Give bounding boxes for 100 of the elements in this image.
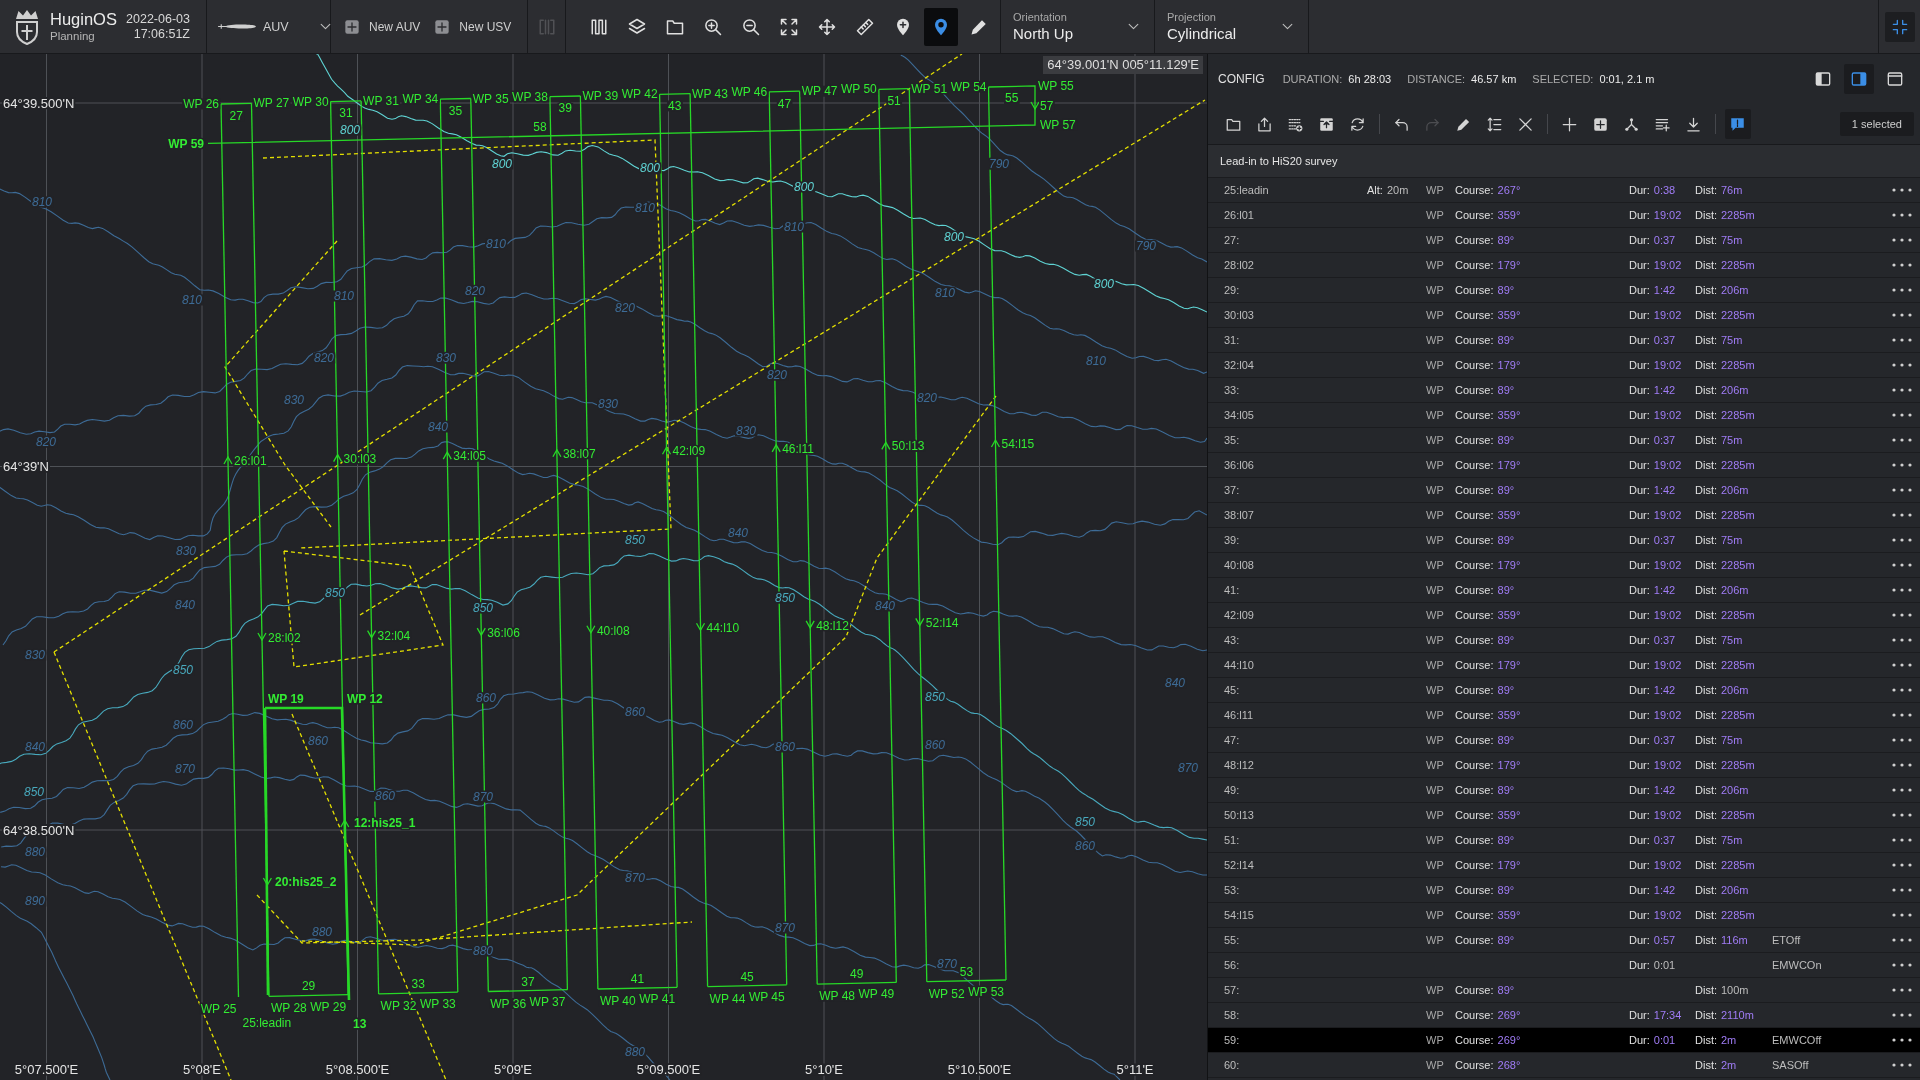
more-options-icon[interactable] bbox=[1892, 913, 1912, 917]
duration-label: Dur: bbox=[1629, 734, 1650, 746]
more-options-icon[interactable] bbox=[1892, 888, 1912, 892]
waypoint-row[interactable]: 59: WP Course: 269° Dur: 0:01 Dist: 2m EMWCOff bbox=[1208, 1028, 1920, 1053]
depth-label: 810 bbox=[635, 201, 655, 215]
projection-dropdown[interactable]: Projection Cylindrical bbox=[1155, 0, 1309, 53]
course-label: Course: bbox=[1455, 259, 1494, 271]
duration-label: Dur: bbox=[1629, 884, 1650, 896]
comments-button[interactable] bbox=[1724, 109, 1751, 139]
course-label: Course: bbox=[1455, 309, 1494, 321]
more-options-icon[interactable] bbox=[1892, 938, 1912, 942]
course-label: Course: bbox=[1455, 784, 1494, 796]
more-options-icon[interactable] bbox=[1892, 688, 1912, 692]
depth-label: 840 bbox=[175, 598, 195, 612]
more-options-icon[interactable] bbox=[1892, 263, 1912, 267]
course-value: 89° bbox=[1497, 234, 1515, 246]
distance-label: Dist: bbox=[1695, 184, 1717, 196]
course-value: 89° bbox=[1497, 384, 1515, 396]
more-options-icon[interactable] bbox=[1892, 663, 1912, 667]
more-options-icon[interactable] bbox=[1892, 288, 1912, 292]
more-options-icon[interactable] bbox=[1892, 1063, 1912, 1067]
waypoint-name: 53: bbox=[1224, 884, 1241, 896]
waypoint-name: 44:l10 bbox=[1224, 659, 1255, 671]
distance-label: Dist: bbox=[1695, 334, 1717, 346]
more-options-icon[interactable] bbox=[1892, 538, 1912, 542]
course-label: Course: bbox=[1455, 709, 1494, 721]
more-options-icon[interactable] bbox=[1892, 988, 1912, 992]
waypoint-label: WP 49 bbox=[858, 987, 895, 1002]
transit-leg-line bbox=[658, 92, 691, 95]
waypoint-name: 38:l07 bbox=[1224, 509, 1255, 521]
waypoint-type: WP bbox=[1426, 309, 1445, 321]
more-options-icon[interactable] bbox=[1892, 363, 1912, 367]
more-options-icon[interactable] bbox=[1892, 788, 1912, 792]
duration-label: Dur: bbox=[1629, 584, 1650, 596]
more-options-icon[interactable] bbox=[1892, 763, 1912, 767]
duration-value: 1:42 bbox=[1653, 884, 1676, 896]
more-options-icon[interactable] bbox=[1892, 963, 1912, 967]
nautical-map[interactable] bbox=[0, 54, 1207, 1080]
more-options-icon[interactable] bbox=[1892, 463, 1912, 467]
more-options-icon[interactable] bbox=[1892, 813, 1912, 817]
course-label: Course: bbox=[1455, 734, 1494, 746]
leg-label: 57 bbox=[1040, 99, 1054, 113]
more-options-icon[interactable] bbox=[1892, 713, 1912, 717]
distance-value: 206m bbox=[1721, 884, 1749, 896]
vehicle-dropdown[interactable]: AUV bbox=[263, 19, 332, 34]
more-options-icon[interactable] bbox=[1892, 1038, 1912, 1042]
arrowhead-icon bbox=[257, 632, 267, 642]
distance-label: Dist: bbox=[1695, 909, 1717, 921]
dropdown-label: Projection bbox=[1167, 10, 1216, 24]
more-options-icon[interactable] bbox=[1892, 838, 1912, 842]
waypoint-label: WP 41 bbox=[639, 992, 676, 1007]
more-options-icon[interactable] bbox=[1892, 488, 1912, 492]
more-options-icon[interactable] bbox=[1892, 438, 1912, 442]
waypoint-type: WP bbox=[1426, 559, 1445, 571]
more-options-icon[interactable] bbox=[1892, 388, 1912, 392]
more-options-icon[interactable] bbox=[1892, 863, 1912, 867]
depth-label: 830 bbox=[436, 351, 456, 365]
waypoint-label: WP 27 bbox=[253, 96, 290, 111]
course-label: Course: bbox=[1455, 559, 1494, 571]
more-options-icon[interactable] bbox=[1892, 188, 1912, 192]
distance-value: 2285m bbox=[1721, 409, 1755, 421]
duration-label: Dur: bbox=[1629, 309, 1650, 321]
more-options-icon[interactable] bbox=[1892, 213, 1912, 217]
waypoint-type: WP bbox=[1426, 434, 1445, 446]
collapse-button[interactable] bbox=[1885, 11, 1915, 42]
more-options-icon[interactable] bbox=[1892, 313, 1912, 317]
more-options-icon[interactable] bbox=[1892, 588, 1912, 592]
new-vehicle-button[interactable]: New USV bbox=[434, 18, 512, 35]
transit-leg-line bbox=[439, 97, 472, 100]
duration-value: 19:02 bbox=[1653, 559, 1682, 571]
distance-value: 206m bbox=[1721, 384, 1749, 396]
more-options-icon[interactable] bbox=[1892, 638, 1912, 642]
duration-value: 1:42 bbox=[1653, 684, 1676, 696]
distance-value: 75m bbox=[1721, 234, 1743, 246]
more-options-icon[interactable] bbox=[1892, 338, 1912, 342]
more-options-icon[interactable] bbox=[1892, 1013, 1912, 1017]
distance-label: Dist: bbox=[1695, 384, 1717, 396]
new-vehicle-button[interactable]: New AUV bbox=[344, 18, 421, 35]
lane-label: 38:l07 bbox=[562, 446, 596, 461]
orientation-dropdown[interactable]: Orientation North Up bbox=[1001, 0, 1155, 53]
more-options-icon[interactable] bbox=[1892, 413, 1912, 417]
course-value: 89° bbox=[1497, 634, 1515, 646]
course-label: Course: bbox=[1455, 209, 1494, 221]
course-value: 89° bbox=[1497, 784, 1515, 796]
distance-label: Dist: bbox=[1695, 1059, 1717, 1071]
duration-label: Dur: bbox=[1629, 1034, 1650, 1046]
marker-button[interactable] bbox=[924, 7, 958, 46]
more-options-icon[interactable] bbox=[1892, 738, 1912, 742]
duration-label: Dur: bbox=[1629, 759, 1650, 771]
duration-value: 19:02 bbox=[1653, 509, 1682, 521]
course-value: 179° bbox=[1497, 759, 1521, 771]
more-options-icon[interactable] bbox=[1892, 513, 1912, 517]
longitude-label: 5°09.500'E bbox=[636, 1062, 701, 1077]
waypoint-name: 56: bbox=[1224, 959, 1241, 971]
waypoint-label: WP 25 bbox=[200, 1002, 237, 1016]
more-options-icon[interactable] bbox=[1892, 613, 1912, 617]
more-options-icon[interactable] bbox=[1892, 563, 1912, 567]
dock-right-button[interactable] bbox=[1844, 64, 1874, 94]
more-options-icon[interactable] bbox=[1892, 238, 1912, 242]
distance-value: 2285m bbox=[1721, 359, 1755, 371]
